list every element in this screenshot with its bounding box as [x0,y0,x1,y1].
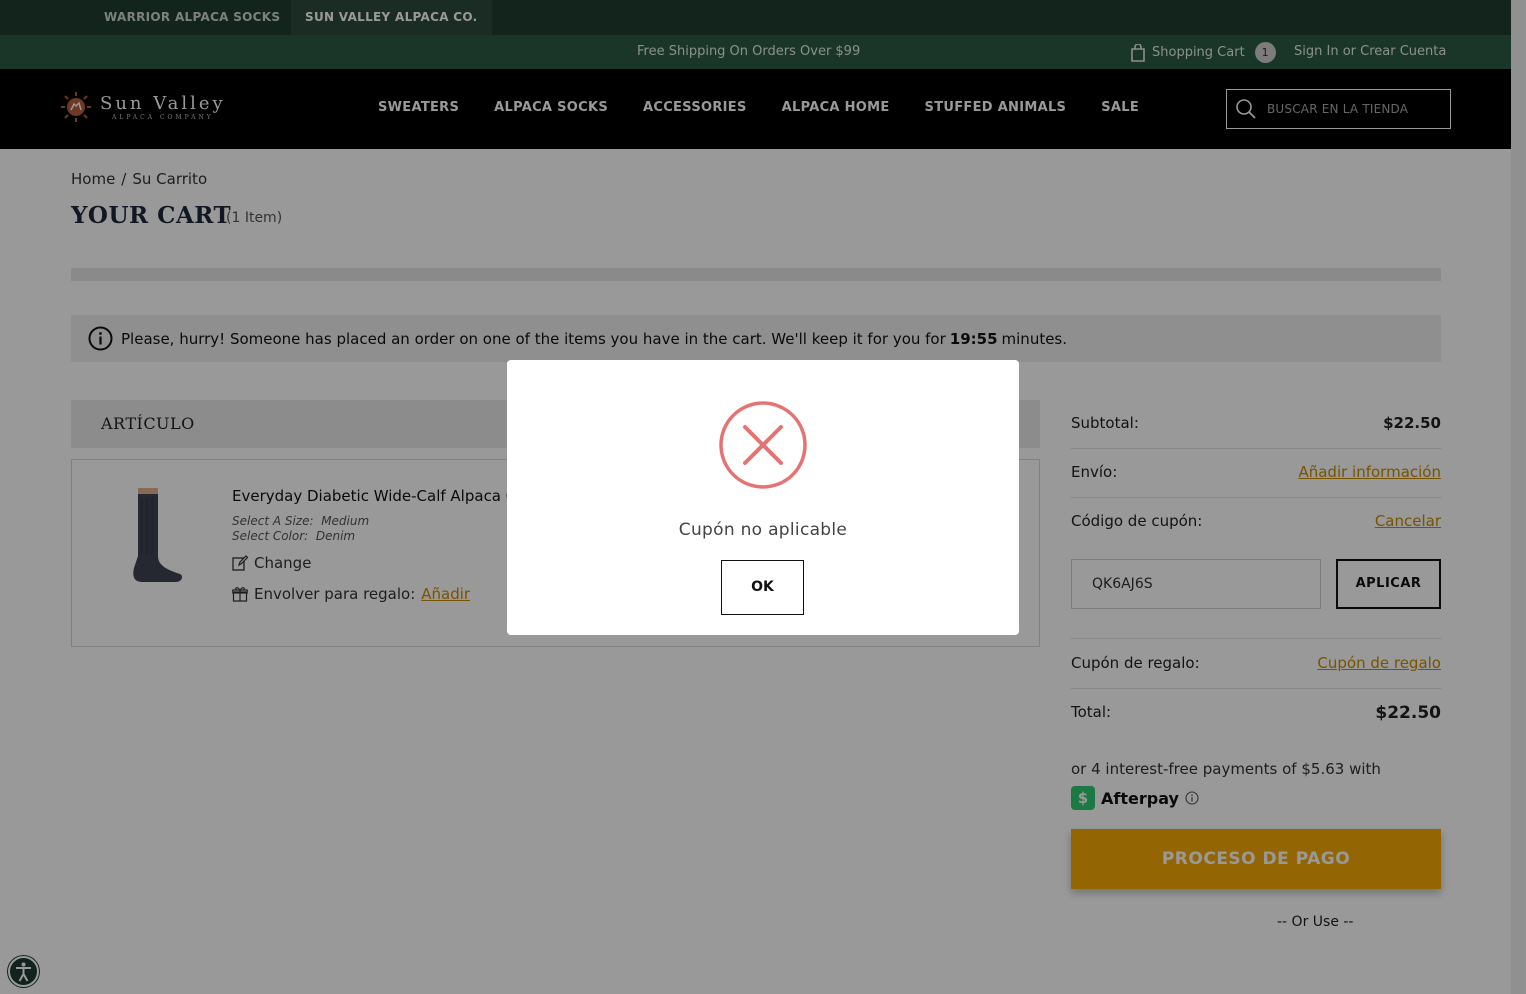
coupon-error-dialog: Cupón no aplicable OK [507,360,1019,635]
ok-button[interactable]: OK [721,560,804,615]
dialog-message: Cupón no aplicable [678,520,848,540]
modal-backdrop[interactable]: Cupón no aplicable OK [0,0,1526,994]
error-x-icon [719,401,807,489]
